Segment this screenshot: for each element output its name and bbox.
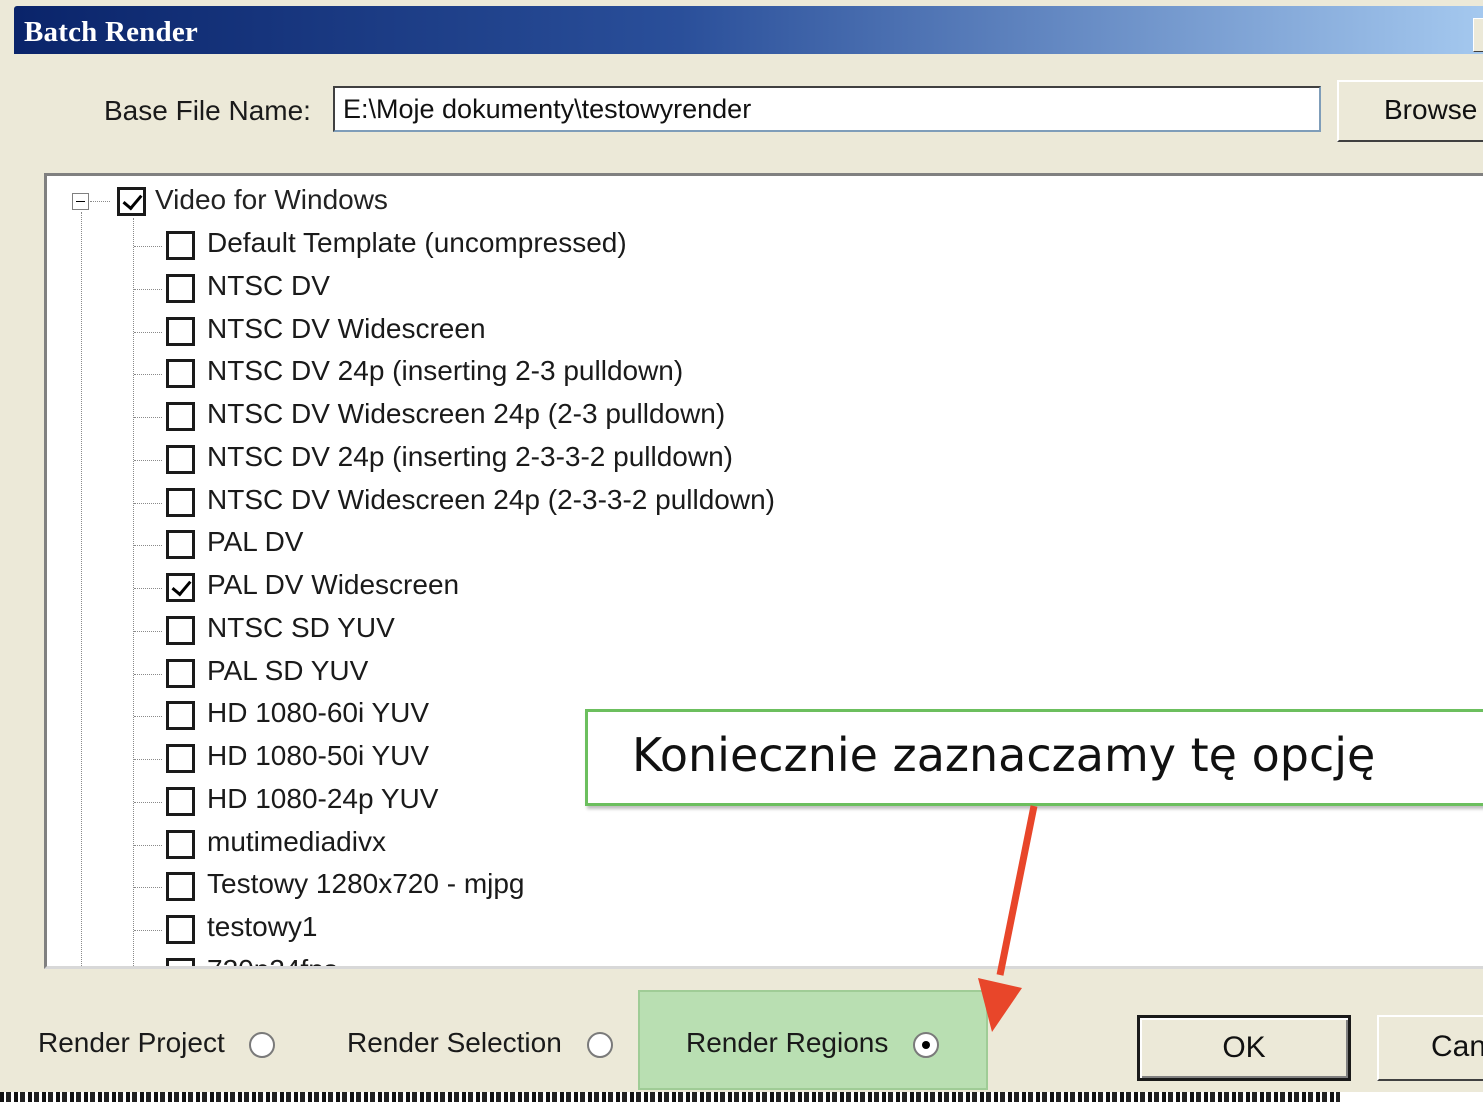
template-checkbox[interactable] [166,530,195,560]
template-label: NTSC DV Widescreen [207,312,486,344]
template-label: NTSC SD YUV [207,611,395,643]
tree-item[interactable]: testowy1 [47,909,947,951]
minimize-button[interactable] [1473,18,1483,52]
browse-button[interactable]: Browse [1337,80,1483,142]
render-selection-label: Render Selection [347,1027,562,1058]
cancel-button[interactable]: Can [1377,1015,1483,1081]
template-label: NTSC DV Widescreen 24p (2-3 pulldown) [207,398,726,429]
render-project-label: Render Project [38,1027,225,1058]
tree-item[interactable]: NTSC DV 24p (inserting 2-3-3-2 pulldown) [47,439,947,481]
tree-item[interactable]: PAL DV Widescreen [47,567,947,609]
tree-item[interactable]: NTSC DV Widescreen [47,311,947,353]
tree-item[interactable]: PAL SD YUV [47,653,947,695]
tree-connector [134,887,162,889]
template-label: NTSC DV [207,269,330,301]
template-checkbox[interactable] [166,487,195,517]
template-checkbox[interactable] [166,316,195,346]
tree-connector [134,502,162,504]
tree-item[interactable]: NTSC DV Widescreen 24p (2-3-3-2 pulldown… [47,482,947,524]
window-title: Batch Render [24,16,198,48]
template-label: HD 1080-50i YUV [207,740,430,771]
base-file-name-input[interactable] [333,86,1321,132]
tree-connector [134,930,162,931]
template-checkbox[interactable] [166,359,195,389]
template-checkbox[interactable] [166,615,195,645]
template-label: HD 1080-24p YUV [207,782,439,814]
base-file-name-label: Base File Name: [104,95,311,126]
ok-button[interactable]: OK [1137,1015,1351,1081]
template-checkbox[interactable] [166,273,195,303]
template-checkbox[interactable] [166,786,195,816]
tree-item[interactable]: 720p24fps [47,952,947,966]
cropped-status-strip [0,1092,1483,1102]
render-selection-radio[interactable] [587,1032,613,1058]
tree-item[interactable]: NTSC DV 24p (inserting 2-3 pulldown) [47,353,947,395]
tree-item[interactable]: Default Template (uncompressed) [47,225,947,267]
render-regions-radio[interactable] [913,1032,939,1058]
template-label: 720p24fps [207,954,338,966]
template-checkbox[interactable] [166,444,195,474]
tree-connector [134,288,162,290]
template-label: mutimediadivx [207,825,386,857]
template-label: PAL DV [207,526,304,558]
tree-item[interactable]: NTSC SD YUV [47,610,947,652]
template-checkbox[interactable] [166,829,195,859]
tree-connector [134,374,162,376]
template-checkbox[interactable] [166,573,195,602]
title-bar[interactable]: Batch Render [14,6,1483,54]
template-label: NTSC DV 24p (inserting 2-3-3-2 pulldown) [207,440,733,472]
tree-connector [134,716,162,718]
tree-connector [134,673,162,675]
tree-connector [134,459,162,461]
template-label: Default Template (uncompressed) [207,227,627,258]
collapse-icon[interactable] [72,193,89,210]
render-regions-label: Render Regions [686,1027,889,1058]
tree-item[interactable]: PAL DV [47,524,947,566]
template-checkbox[interactable] [166,744,195,773]
template-checkbox[interactable] [166,957,195,966]
template-checkbox[interactable] [166,402,195,431]
tree-connector [134,759,162,760]
template-label: PAL DV Widescreen [207,569,460,600]
template-tree[interactable]: Video for Windows Default Template (unco… [44,173,1483,969]
template-label: NTSC DV 24p (inserting 2-3 pulldown) [207,355,684,387]
tree-connector [134,630,162,632]
annotation-callout: Koniecznie zaznaczamy tę opcję [585,709,1483,806]
render-project-radio[interactable] [249,1032,275,1058]
template-label: NTSC DV Widescreen 24p (2-3-3-2 pulldown… [207,483,775,515]
tree-connector [134,588,162,589]
tree-connector [90,201,110,202]
tree-item[interactable]: NTSC DV Widescreen 24p (2-3 pulldown) [47,396,947,438]
template-label: HD 1080-60i YUV [207,697,430,729]
tree-connector [134,246,162,247]
template-checkbox[interactable] [166,658,195,688]
template-label: Testowy 1280x720 - mjpg [207,868,525,900]
callout-text: Koniecznie zaznaczamy tę opcję [632,728,1376,782]
tree-connector [134,331,162,333]
template-label: testowy1 [207,911,318,942]
template-checkbox[interactable] [166,915,195,944]
tree-connector [134,801,162,803]
root-checkbox[interactable] [117,187,146,216]
template-checkbox[interactable] [166,231,195,260]
tree-item[interactable]: Testowy 1280x720 - mjpg [47,866,947,908]
tree-root-label: Video for Windows [155,184,388,215]
tree-connector [134,844,162,846]
tree-item[interactable]: mutimediadivx [47,824,947,866]
template-checkbox[interactable] [166,872,195,902]
tree-connector [134,417,162,418]
tree-connector [134,545,162,547]
template-checkbox[interactable] [166,701,195,731]
template-label: PAL SD YUV [207,654,369,686]
batch-render-dialog: Batch Render Base File Name: Browse Vide… [0,0,1483,1092]
tree-item[interactable]: NTSC DV [47,268,947,310]
